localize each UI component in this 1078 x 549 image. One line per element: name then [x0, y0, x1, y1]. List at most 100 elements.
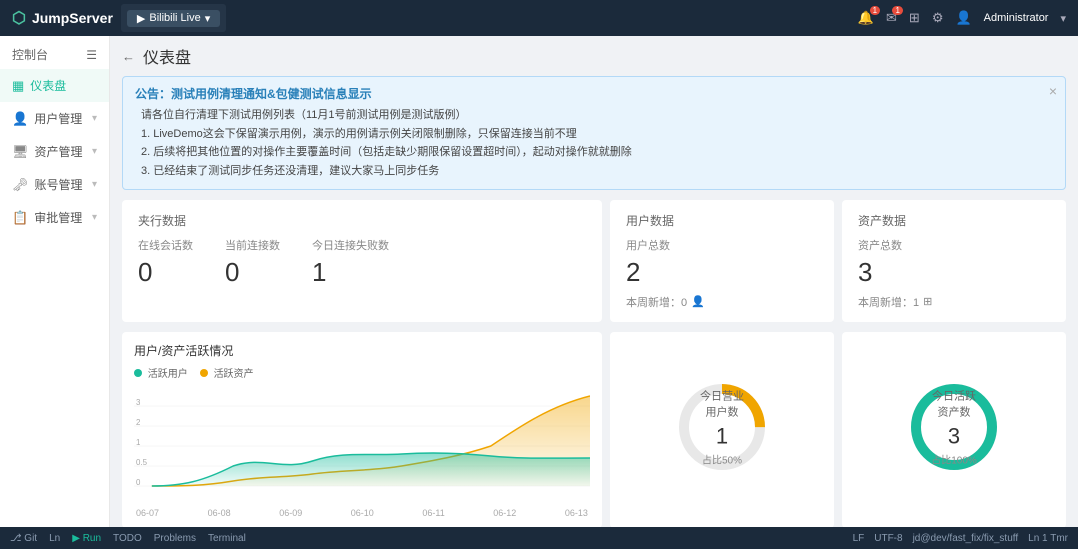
current-connections-col: 当前连接数 0	[225, 237, 280, 288]
activity-chart-legend: 活跃用户 活跃资产	[134, 365, 590, 380]
resource-week-label: 本周新增：1	[858, 294, 919, 310]
statusbar-ln-info: Ln 1 Tmr	[1028, 533, 1068, 544]
activity-chart-svg: 3 2 1 0.5 0	[134, 386, 590, 506]
statusbar-git: ⎇ Git	[10, 533, 37, 544]
svg-text:0.5: 0.5	[136, 458, 148, 467]
topbar-left: ⬡ JumpServer ▶ Bilibili Live ▾	[12, 4, 226, 32]
svg-text:2: 2	[136, 418, 141, 427]
resource-data-cols: 资产总数 3	[858, 237, 1050, 288]
user-donut-wrap: 今日营业用户数 1 占比50%	[672, 377, 772, 477]
alert-banner: 公告：测试用例清理通知&包健测试信息显示 请各位自行清理下测试用例列表（11月1…	[122, 76, 1066, 190]
resource-week-icon: ⊞	[923, 295, 932, 308]
svg-text:0: 0	[136, 478, 141, 487]
x-label-1: 06-08	[208, 508, 231, 518]
sidebar-label-user-mgmt: 用户管理	[34, 110, 82, 127]
failed-connections-col: 今日连接失败数 1	[312, 237, 389, 288]
dashboard-icon: ▦	[12, 78, 24, 94]
sidebar: 控制台 ☰ ▦ 仪表盘 👤 用户管理 ▾ 🖥 资产管理 ▾ 🗝 账号管理 ▾ 📋…	[0, 36, 110, 549]
topbar-right: 🔔 1 ✉ 1 ⊞ ⚙ 👤 Administrator ▾	[858, 10, 1066, 26]
sidebar-toggle-icon[interactable]: ☰	[86, 48, 97, 62]
admin-label[interactable]: Administrator	[984, 12, 1049, 24]
user-donut-value: 1	[697, 423, 747, 449]
sidebar-item-audit-mgmt[interactable]: 📋 审批管理 ▾	[0, 201, 109, 234]
svg-text:3: 3	[136, 398, 141, 407]
bell-container[interactable]: 🔔 1	[858, 10, 874, 26]
alert-close-button[interactable]: ×	[1049, 83, 1057, 99]
asset-donut-center: 今日活跃资产数 3 占比100%	[929, 387, 979, 466]
sidebar-item-user-mgmt[interactable]: 👤 用户管理 ▾	[0, 102, 109, 135]
sidebar-header: 控制台 ☰	[0, 36, 109, 69]
asset-mgmt-arrow: ▾	[92, 146, 97, 157]
account-mgmt-icon: 🗝	[12, 177, 29, 193]
current-connections-value: 0	[225, 257, 280, 288]
user-mgmt-icon: 👤	[12, 111, 28, 127]
resource-total-col: 资产总数 3	[858, 237, 902, 288]
activity-chart-area: 3 2 1 0.5 0	[134, 386, 590, 506]
x-axis: 06-07 06-08 06-09 06-10 06-11 06-12 06-1…	[134, 508, 590, 518]
user-week-footer: 本周新增：0 👤	[626, 294, 818, 310]
asset-donut-wrap: 今日活跃资产数 3 占比100%	[904, 377, 1004, 477]
legend-asset: 活跃资产	[200, 365, 254, 380]
main-content: ← 仪表盘 公告：测试用例清理通知&包健测试信息显示 请各位自行清理下测试用例列…	[110, 36, 1078, 549]
legend-user: 活跃用户	[134, 365, 188, 380]
user-total-col: 用户总数 2	[626, 237, 670, 288]
asset-data-title: 夹行数据	[138, 212, 586, 229]
user-data-card: 用户数据 用户总数 2 本周新增：0 👤	[610, 200, 834, 322]
statusbar-ln: Ln	[49, 533, 60, 544]
x-label-4: 06-11	[422, 508, 444, 518]
active-tab[interactable]: ▶ Bilibili Live ▾	[127, 10, 220, 27]
user-donut-center: 今日营业用户数 1 占比50%	[697, 387, 747, 466]
bilibili-icon: ▶	[137, 12, 145, 25]
user-mgmt-arrow: ▾	[92, 113, 97, 124]
sidebar-label-dashboard: 仪表盘	[30, 77, 66, 94]
admin-chevron[interactable]: ▾	[1060, 12, 1066, 25]
asset-data-cols: 在线会话数 0 当前连接数 0 今日连接失败数 1	[138, 237, 586, 288]
user-total-value: 2	[626, 257, 670, 288]
alert-line-2: 2. 后续将把其他位置的对操作主要覆盖时间（包括走缺少期限保留设置超时间），起动…	[141, 143, 1053, 162]
x-label-5: 06-12	[493, 508, 516, 518]
message-badge: 1	[892, 6, 902, 15]
user-week-icon: 👤	[691, 295, 705, 308]
sidebar-item-asset-mgmt[interactable]: 🖥 资产管理 ▾	[0, 135, 109, 168]
sidebar-item-dashboard[interactable]: ▦ 仪表盘	[0, 69, 109, 102]
topbar: ⬡ JumpServer ▶ Bilibili Live ▾ 🔔 1 ✉ 1 ⊞…	[0, 0, 1078, 36]
user-data-cols: 用户总数 2	[626, 237, 818, 288]
user-total-label: 用户总数	[626, 237, 670, 253]
page-header: ← 仪表盘	[122, 44, 1066, 68]
app-layout: 控制台 ☰ ▦ 仪表盘 👤 用户管理 ▾ 🖥 资产管理 ▾ 🗝 账号管理 ▾ 📋…	[0, 36, 1078, 549]
svg-text:1: 1	[136, 438, 141, 447]
page-title: 仪表盘	[143, 44, 191, 68]
activity-chart-title: 用户/资产活跃情况	[134, 342, 590, 359]
online-sessions-label: 在线会话数	[138, 237, 193, 253]
sidebar-label-asset-mgmt: 资产管理	[35, 143, 83, 160]
user-week-label: 本周新增：0	[626, 294, 687, 310]
alert-list: 请各位自行清理下测试用例列表（11月1号前测试用例是测试版例） 1. LiveD…	[135, 106, 1053, 181]
bell-badge: 1	[870, 6, 880, 15]
sidebar-label-account-mgmt: 账号管理	[35, 176, 83, 193]
logo-label: JumpServer	[32, 10, 113, 26]
statusbar-todo: TODO	[113, 533, 142, 544]
message-container[interactable]: ✉ 1	[886, 10, 897, 26]
alert-line-1: 1. LiveDemo这会下保留演示用例，演示的用例请示例关闭限制删除，只保留连…	[141, 125, 1053, 144]
statusbar-utf8: UTF-8	[874, 533, 902, 544]
alert-line-3: 3. 已经结束了测试同步任务还没清理，建议大家马上同步任务	[141, 162, 1053, 181]
settings-icon[interactable]: ⚙	[932, 10, 944, 26]
resource-data-title: 资产数据	[858, 212, 1050, 229]
middle-grid: 用户/资产活跃情况 活跃用户 活跃资产	[122, 332, 1066, 528]
sidebar-item-account-mgmt[interactable]: 🗝 账号管理 ▾	[0, 168, 109, 201]
alert-line-0: 请各位自行清理下测试用例列表（11月1号前测试用例是测试版例）	[141, 106, 1053, 125]
control-label: 控制台	[12, 46, 48, 63]
tab-close-icon[interactable]: ▾	[205, 12, 211, 25]
online-sessions-value: 0	[138, 257, 193, 288]
statusbar-problems: Problems	[154, 533, 196, 544]
statusbar-terminal: Terminal	[208, 533, 246, 544]
x-label-3: 06-10	[351, 508, 374, 518]
grid-icon[interactable]: ⊞	[909, 10, 920, 26]
online-sessions-col: 在线会话数 0	[138, 237, 193, 288]
user-avatar[interactable]: 👤	[955, 10, 971, 26]
asset-donut-percent: 占比100%	[929, 451, 979, 466]
user-donut-card: 今日营业用户数 1 占比50%	[610, 332, 834, 528]
asset-donut-value: 3	[929, 423, 979, 449]
tab-bar: ▶ Bilibili Live ▾	[121, 4, 226, 32]
back-arrow[interactable]: ←	[122, 49, 135, 64]
